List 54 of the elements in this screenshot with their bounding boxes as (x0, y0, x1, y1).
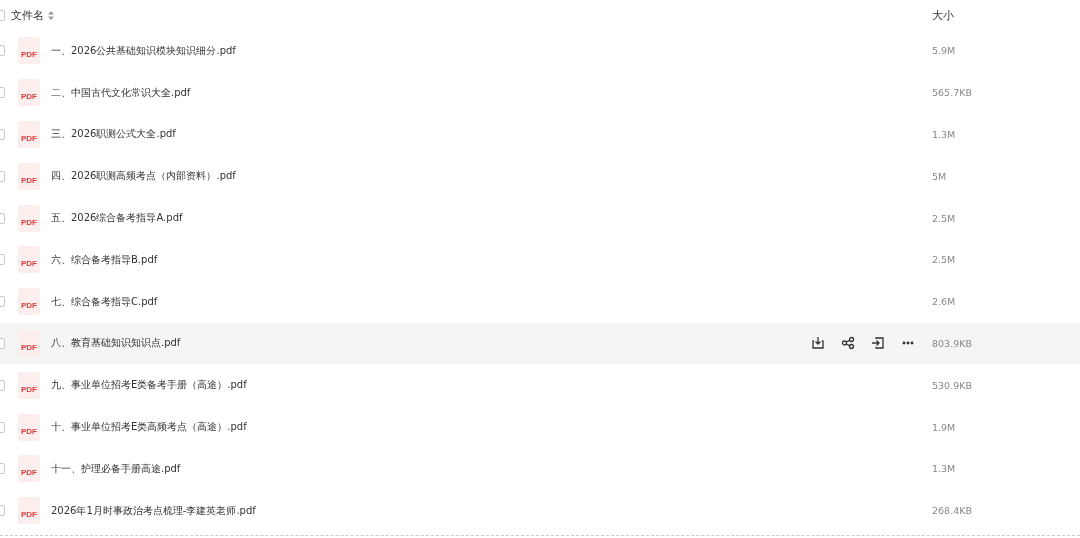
file-name[interactable]: 四、2026职测高频考点（内部资料）.pdf (51, 169, 236, 184)
file-size: 5M (932, 170, 948, 182)
pdf-file-icon: PDF (18, 121, 40, 148)
file-row[interactable]: PDF 五、2026综合备考指导A.pdf 2.5M (0, 197, 1080, 239)
file-row[interactable]: PDF 四、2026职测高频考点（内部资料）.pdf 5M (0, 155, 1080, 198)
sort-icon[interactable] (48, 10, 54, 20)
file-row[interactable]: PDF 二、中国古代文化常识大全.pdf 565.7KB (0, 71, 1080, 114)
file-size: 2.6M (932, 296, 957, 308)
file-size: 2.5M (932, 254, 957, 266)
file-name[interactable]: 七、综合备考指导C.pdf (51, 294, 158, 309)
file-name[interactable]: 2026年1月时事政治考点梳理-李建英老师.pdf (51, 503, 256, 518)
pdf-file-icon: PDF (18, 162, 40, 190)
file-row[interactable]: PDF 八、教育基础知识知识点.pdf 803.9KB (0, 322, 1080, 365)
file-name[interactable]: 六、综合备考指导B.pdf (51, 252, 158, 267)
file-name[interactable]: 十、事业单位招考E类高频考点（高途）.pdf (51, 420, 247, 435)
file-name[interactable]: 八、教育基础知识知识点.pdf (51, 336, 181, 351)
file-size: 268.4KB (932, 505, 973, 517)
file-row[interactable]: PDF 2026年1月时事政治考点梳理-李建英老师.pdf 268.4KB (0, 489, 1080, 532)
file-size: 565.7KB (932, 87, 973, 99)
file-name[interactable]: 三、2026职测公式大全.pdf (51, 127, 176, 142)
file-row[interactable]: PDF 六、综合备考指导B.pdf 2.5M (0, 239, 1080, 281)
file-row[interactable]: PDF 七、综合备考指导C.pdf 2.6M (0, 280, 1080, 323)
pdf-file-icon: PDF (18, 413, 40, 441)
pdf-file-icon: PDF (18, 37, 40, 65)
file-name[interactable]: 五、2026综合备考指导A.pdf (51, 211, 183, 226)
file-name[interactable]: 二、中国古代文化常识大全.pdf (51, 85, 191, 100)
file-name[interactable]: 十一、护理必备手册高途.pdf (51, 461, 181, 476)
pdf-file-icon: PDF (18, 246, 40, 274)
file-size: 1.3M (932, 129, 957, 140)
pdf-file-icon: PDF (18, 204, 40, 232)
pdf-file-icon: PDF (18, 497, 40, 525)
file-size: 1.9M (932, 421, 957, 433)
download-icon[interactable] (810, 335, 826, 352)
file-row[interactable]: PDF 十一、护理必备手册高途.pdf 1.3M (0, 447, 1080, 490)
file-row[interactable]: PDF 十、事业单位招考E类高频考点（高途）.pdf 1.9M (0, 406, 1080, 448)
file-row[interactable]: PDF 三、2026职测公式大全.pdf 1.3M (0, 113, 1080, 156)
pdf-file-icon: PDF (18, 79, 40, 107)
share-icon[interactable] (840, 335, 856, 352)
file-row[interactable]: PDF 一、2026公共基础知识模块知识细分.pdf 5.9M (0, 30, 1080, 72)
file-size: 5.9M (932, 45, 957, 57)
file-row[interactable]: PDF 九、事业单位招考E类备考手册（高途）.pdf 530.9KB (0, 364, 1080, 407)
column-header[interactable]: 文件名 (11, 7, 44, 23)
pdf-file-icon: PDF (18, 288, 40, 316)
pdf-file-icon: PDF (18, 455, 40, 483)
move-icon[interactable] (870, 335, 886, 352)
file-size: 2.5M (932, 212, 957, 224)
file-name[interactable]: 九、事业单位招考E类备考手册（高途）.pdf (51, 378, 247, 393)
file-size: 1.3M (932, 463, 957, 475)
column-header: 大小 (932, 7, 955, 23)
pdf-file-icon: PDF (18, 371, 40, 399)
file-size: 803.9KB (932, 337, 973, 349)
file-size: 530.9KB (932, 379, 973, 391)
pdf-file-icon: PDF (18, 329, 40, 357)
file-name[interactable]: 一、2026公共基础知识模块知识细分.pdf (51, 43, 236, 58)
